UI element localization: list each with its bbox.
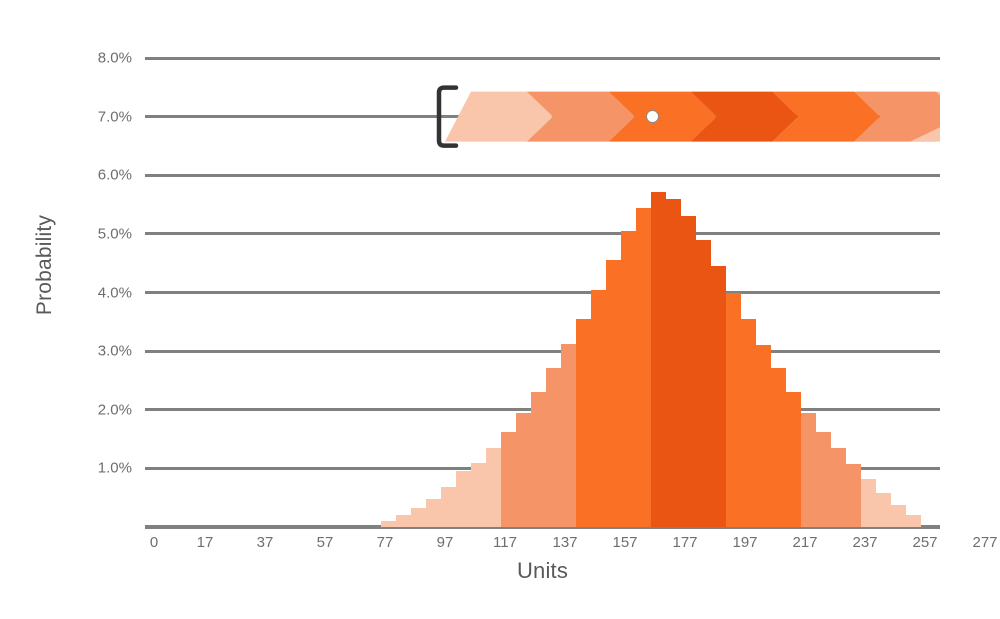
y-axis-tick-labels: 8.0% 7.0% 6.0% 5.0% 4.0% 3.0% 2.0% 1.0% bbox=[68, 0, 132, 619]
histogram-bar bbox=[740, 318, 757, 527]
x-axis-tick-label: 17 bbox=[196, 534, 214, 551]
histogram-bar bbox=[410, 508, 427, 527]
histogram-bar bbox=[830, 447, 847, 527]
histogram-bar bbox=[635, 207, 652, 527]
histogram-bar bbox=[650, 191, 667, 527]
y-axis-tick-label: 5.0% bbox=[97, 225, 132, 243]
histogram-bar bbox=[680, 216, 697, 527]
histogram-bar bbox=[425, 499, 442, 527]
y-axis-title-label: Probability bbox=[33, 214, 56, 316]
x-axis-tick-label: 177 bbox=[672, 534, 698, 551]
histogram-bar bbox=[815, 432, 832, 527]
histogram-bar bbox=[695, 239, 712, 527]
histogram-bar bbox=[485, 447, 502, 527]
histogram-bar bbox=[515, 412, 532, 527]
histogram-bar bbox=[665, 198, 682, 527]
histogram-bar bbox=[440, 487, 457, 527]
histogram-bar bbox=[770, 367, 787, 527]
y-axis-tick-label: 1.0% bbox=[97, 459, 132, 477]
x-axis-tick-label: 37 bbox=[256, 534, 274, 551]
x-axis-tick-label: 97 bbox=[436, 534, 454, 551]
x-axis-tick-label: 117 bbox=[493, 534, 517, 551]
x-axis-tick-label: 217 bbox=[792, 534, 818, 551]
histogram-bar bbox=[875, 493, 892, 527]
histogram-bar bbox=[845, 463, 862, 527]
x-axis-title-label: Units bbox=[516, 558, 569, 583]
x-axis-tick-label: 137 bbox=[552, 534, 578, 551]
histogram-bars bbox=[145, 0, 940, 619]
x-axis-tick-label: 77 bbox=[376, 534, 394, 551]
y-axis-tick-label: 4.0% bbox=[97, 284, 132, 301]
histogram-bar bbox=[560, 344, 577, 527]
y-axis-title: Probability bbox=[28, 0, 62, 530]
x-axis-tick-label: 277 bbox=[972, 534, 998, 551]
histogram-bar bbox=[860, 478, 877, 527]
x-axis-title: Units bbox=[145, 558, 940, 584]
x-axis-tick-label: 157 bbox=[612, 534, 638, 551]
histogram-bar bbox=[755, 345, 772, 527]
histogram-bar bbox=[575, 318, 592, 527]
histogram-bar bbox=[590, 289, 607, 527]
x-axis-tick-label: 197 bbox=[732, 534, 758, 551]
probability-distribution-chart: Probability 8.0% 7.0% 6.0% 5.0% 4.0% 3.0% 2.0%… bbox=[0, 0, 1000, 619]
histogram-bar bbox=[785, 392, 802, 527]
x-axis-tick-label: 237 bbox=[852, 534, 878, 551]
y-axis-tick-label: 8.0% bbox=[97, 49, 132, 67]
histogram-bar bbox=[710, 266, 727, 527]
plot-area: 0173757779711713715717719721723725727729… bbox=[145, 0, 998, 619]
histogram-bar bbox=[470, 462, 487, 527]
y-axis-tick-label: 7.0% bbox=[97, 108, 132, 126]
histogram-bar bbox=[605, 260, 622, 527]
histogram-bar bbox=[620, 230, 637, 527]
histogram-bar bbox=[890, 504, 907, 527]
histogram-bar bbox=[455, 471, 472, 527]
x-axis-tick-label: 57 bbox=[316, 534, 334, 551]
histogram-bar bbox=[395, 515, 412, 527]
histogram-bar bbox=[725, 292, 742, 527]
x-axis-tick-label: 0 bbox=[149, 534, 159, 551]
histogram-bar bbox=[380, 521, 397, 527]
histogram-bar bbox=[800, 412, 817, 527]
x-axis-tick-label: 257 bbox=[912, 534, 938, 551]
histogram-bar bbox=[545, 367, 562, 527]
histogram-bar bbox=[500, 432, 517, 527]
histogram-bar bbox=[530, 392, 547, 527]
y-axis-tick-label: 2.0% bbox=[97, 401, 132, 419]
histogram-bar bbox=[905, 515, 922, 527]
y-axis-tick-label: 6.0% bbox=[97, 166, 132, 184]
y-axis-tick-label: 3.0% bbox=[97, 342, 132, 360]
